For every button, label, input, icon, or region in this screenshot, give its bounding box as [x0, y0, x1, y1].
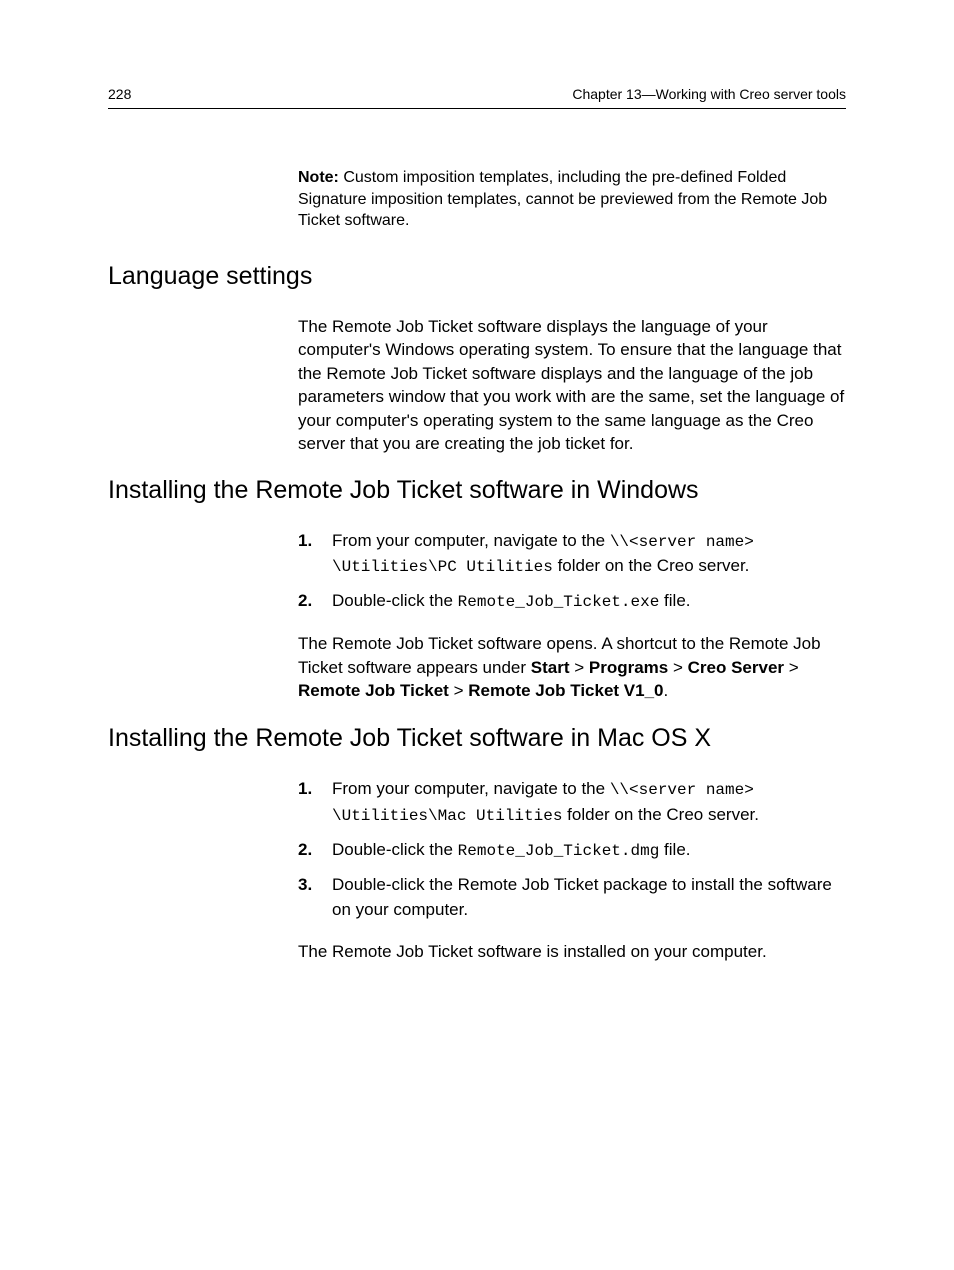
menu-path-rjt: Remote Job Ticket: [298, 681, 449, 700]
code-filename: Remote_Job_Ticket.dmg: [458, 842, 660, 860]
result-end: .: [664, 681, 669, 700]
menu-sep: >: [668, 658, 687, 677]
heading-language-settings: Language settings: [108, 262, 846, 291]
mac-result: The Remote Job Ticket software is instal…: [298, 940, 846, 963]
step-text: Double-click the: [332, 591, 458, 610]
menu-path-rjt-v1: Remote Job Ticket V1_0: [468, 681, 663, 700]
windows-step-1: From your computer, navigate to the \\<s…: [298, 529, 846, 579]
mac-step-1: From your computer, navigate to the \\<s…: [298, 777, 846, 827]
language-settings-body: The Remote Job Ticket software displays …: [298, 315, 846, 456]
note-block: Note: Custom imposition templates, inclu…: [298, 167, 846, 232]
mac-steps: From your computer, navigate to the \\<s…: [298, 777, 846, 922]
chapter-title: Chapter 13—Working with Creo server tool…: [572, 86, 846, 102]
step-text: file.: [659, 591, 690, 610]
step-text: Double-click the Remote Job Ticket packa…: [332, 875, 832, 919]
heading-install-mac: Installing the Remote Job Ticket softwar…: [108, 724, 846, 753]
step-text: From your computer, navigate to the: [332, 779, 610, 798]
page-number: 228: [108, 86, 131, 102]
menu-sep: >: [570, 658, 589, 677]
step-text: Double-click the: [332, 840, 458, 859]
step-text: folder on the Creo server.: [562, 805, 759, 824]
step-text: folder on the Creo server.: [553, 556, 750, 575]
windows-steps: From your computer, navigate to the \\<s…: [298, 529, 846, 615]
note-text: Custom imposition templates, including t…: [298, 169, 827, 229]
page-header: 228 Chapter 13—Working with Creo server …: [108, 86, 846, 109]
mac-step-2: Double-click the Remote_Job_Ticket.dmg f…: [298, 838, 846, 863]
menu-path-start: Start: [531, 658, 570, 677]
windows-result: The Remote Job Ticket software opens. A …: [298, 632, 846, 702]
step-text: file.: [659, 840, 690, 859]
step-text: From your computer, navigate to the: [332, 531, 610, 550]
mac-step-3: Double-click the Remote Job Ticket packa…: [298, 873, 846, 922]
menu-sep: >: [784, 658, 799, 677]
heading-install-windows: Installing the Remote Job Ticket softwar…: [108, 476, 846, 505]
menu-path-programs: Programs: [589, 658, 668, 677]
menu-sep: >: [449, 681, 468, 700]
code-filename: Remote_Job_Ticket.exe: [458, 593, 660, 611]
windows-step-2: Double-click the Remote_Job_Ticket.exe f…: [298, 589, 846, 614]
note-label: Note:: [298, 169, 339, 186]
menu-path-creo-server: Creo Server: [688, 658, 784, 677]
